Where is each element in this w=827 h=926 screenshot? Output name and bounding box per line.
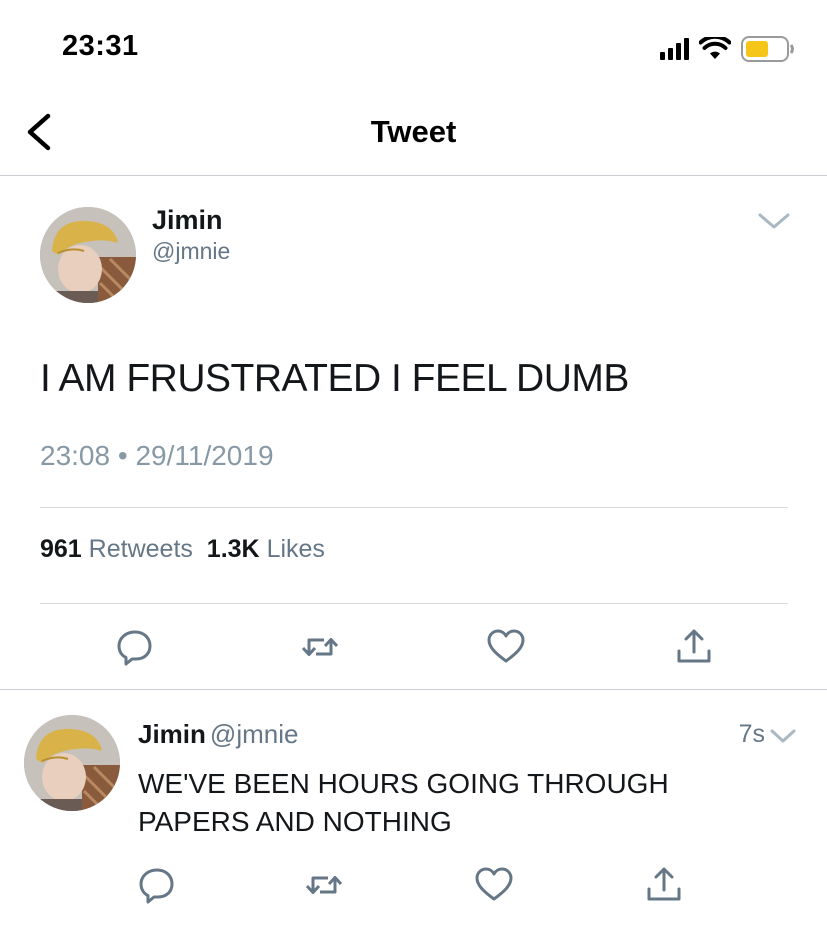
signal-icon	[660, 38, 689, 60]
retweets-count: 961	[40, 535, 82, 563]
tweet-detail-screen: 23:31 Tweet Jimin @jmnie I AM FRUSTRATED…	[0, 0, 827, 926]
retweets-stat[interactable]: 961 Retweets	[40, 535, 193, 563]
reply-time: 7s	[738, 720, 765, 748]
retweet-button[interactable]	[300, 627, 340, 667]
more-options-button[interactable]	[757, 211, 791, 236]
tweet-time: 23:08	[40, 440, 111, 471]
like-button[interactable]	[474, 865, 514, 905]
author-handle[interactable]: @jmnie	[152, 238, 230, 265]
like-icon	[487, 629, 525, 663]
share-button[interactable]	[644, 865, 684, 905]
reply-actions	[0, 865, 827, 905]
like-icon	[475, 867, 513, 901]
reply-author-handle[interactable]: @jmnie	[210, 719, 299, 749]
status-icons	[660, 36, 795, 62]
meta-separator: •	[117, 440, 128, 471]
likes-stat[interactable]: 1.3K Likes	[207, 535, 325, 563]
battery-icon	[741, 36, 795, 62]
wifi-icon	[699, 37, 731, 61]
chevron-down-icon	[770, 729, 796, 743]
likes-label: Likes	[266, 535, 325, 563]
reply-button[interactable]	[115, 627, 155, 667]
status-bar: 23:31	[0, 0, 827, 96]
like-button[interactable]	[486, 627, 526, 667]
retweet-button[interactable]	[304, 865, 344, 905]
reply-more-options-button[interactable]	[769, 727, 797, 750]
avatar[interactable]	[24, 715, 120, 811]
share-button[interactable]	[674, 627, 714, 667]
tweet-text: I AM FRUSTRATED I FEEL DUMB	[40, 357, 629, 400]
status-time: 23:31	[62, 30, 139, 62]
retweet-icon	[301, 638, 339, 656]
author-name[interactable]: Jimin	[152, 205, 223, 236]
tweet-date: 29/11/2019	[135, 440, 274, 471]
chevron-down-icon	[758, 213, 790, 229]
tweet-actions	[0, 625, 827, 671]
share-icon	[677, 629, 711, 663]
share-icon	[647, 867, 681, 901]
tweet-timestamp: 23:08 • 29/11/2019	[40, 440, 274, 472]
reply-author-name[interactable]: Jimin	[138, 719, 206, 749]
tweet-stats: 961 Retweets 1.3K Likes	[40, 535, 325, 564]
divider	[40, 603, 788, 604]
nav-header: Tweet	[0, 96, 827, 176]
reply-header: Jimin @jmnie	[138, 719, 298, 750]
main-tweet: Jimin @jmnie I AM FRUSTRATED I FEEL DUMB…	[0, 177, 827, 690]
page-title: Tweet	[370, 114, 457, 149]
likes-count: 1.3K	[206, 535, 260, 563]
reply-text: WE'VE BEEN HOURS GOING THROUGH PAPERS AN…	[138, 768, 669, 837]
reply-button[interactable]	[137, 865, 177, 905]
avatar[interactable]	[40, 207, 136, 303]
retweets-label: Retweets	[88, 535, 193, 563]
reply-tweet[interactable]: Jimin @jmnie 7s WE'VE BEEN HOURS GOING TH…	[0, 691, 827, 926]
reply-icon	[117, 630, 152, 666]
reply-icon	[139, 868, 174, 904]
divider	[40, 507, 788, 508]
retweet-icon	[305, 876, 343, 894]
